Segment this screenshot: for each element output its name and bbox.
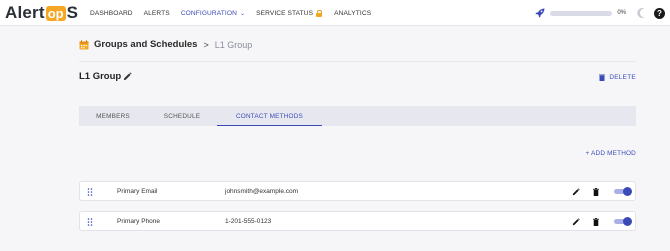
breadcrumb-current: L1 Group: [214, 39, 253, 50]
nav-label: ANALYTICS: [334, 9, 372, 17]
calendar-icon: [79, 39, 89, 49]
help-icon[interactable]: ?: [654, 7, 665, 19]
nav-label: DASHBOARD: [90, 9, 133, 17]
contact-method-row: Primary Email johnsmith@example.com: [79, 181, 636, 201]
tab-label: MEMBERS: [96, 112, 130, 120]
toggle-knob: [623, 187, 632, 196]
alertops-logo[interactable]: Alert op S: [5, 3, 78, 23]
breadcrumb-parent[interactable]: Groups and Schedules: [94, 39, 197, 50]
group-tabs: MEMBERS SCHEDULE CONTACT METHODS: [79, 106, 636, 126]
logo-text-box: op: [45, 5, 66, 21]
delete-group-button[interactable]: DELETE: [599, 74, 636, 81]
rocket-icon[interactable]: [535, 8, 545, 18]
trash-icon[interactable]: [593, 218, 599, 226]
main-nav: DASHBOARD ALERTS CONFIGURATION ⌄ SERVICE…: [90, 0, 382, 26]
method-name: Primary Phone: [117, 218, 160, 225]
method-name: Primary Email: [117, 188, 158, 195]
setup-progress-percent: 0%: [617, 10, 626, 16]
method-enabled-toggle[interactable]: [614, 187, 632, 196]
method-value: johnsmith@example.com: [225, 188, 299, 195]
nav-item-alerts[interactable]: ALERTS: [144, 10, 170, 17]
nav-item-analytics[interactable]: ANALYTICS: [334, 10, 371, 17]
nav-item-dashboard[interactable]: DASHBOARD: [90, 10, 133, 17]
tab-label: SCHEDULE: [163, 112, 201, 120]
pencil-icon[interactable]: [123, 72, 132, 81]
page-header: L1 Group DELETE: [79, 61, 636, 89]
nav-label: SERVICE STATUS: [256, 9, 314, 17]
page-title: L1 Group: [79, 71, 122, 82]
top-navbar: Alert op S DASHBOARD ALERTS CONFIGURATIO…: [0, 0, 670, 26]
method-value: 1-201-555-0123: [225, 218, 272, 225]
drag-handle-icon[interactable]: [87, 218, 93, 226]
add-method-button[interactable]: + ADD METHOD: [585, 150, 636, 157]
tab-label: CONTACT METHODS: [235, 112, 304, 120]
breadcrumb: Groups and Schedules > L1 Group: [79, 39, 252, 50]
contact-method-row: Primary Phone 1-201-555-0123: [79, 211, 636, 231]
breadcrumb-separator: >: [203, 39, 209, 50]
trash-icon: [599, 74, 606, 81]
setup-progress-bar: [550, 10, 613, 16]
chevron-down-icon: ⌄: [239, 10, 246, 17]
nav-item-service-status[interactable]: SERVICE STATUS: [256, 9, 323, 17]
method-enabled-toggle[interactable]: [614, 217, 632, 226]
logo-text-left: Alert: [5, 3, 45, 22]
nav-right-tools: 0% ?: [535, 0, 670, 26]
nav-label: ALERTS: [143, 9, 170, 17]
nav-label: CONFIGURATION: [180, 9, 237, 17]
tab-schedule[interactable]: SCHEDULE: [147, 106, 217, 126]
moon-icon[interactable]: [636, 7, 648, 19]
pencil-icon[interactable]: [572, 218, 580, 226]
tab-contact-methods[interactable]: CONTACT METHODS: [217, 106, 322, 126]
tab-members[interactable]: MEMBERS: [79, 106, 147, 126]
nav-item-configuration[interactable]: CONFIGURATION ⌄: [181, 10, 245, 17]
delete-label: DELETE: [609, 74, 636, 81]
drag-handle-icon[interactable]: [87, 188, 93, 196]
toggle-knob: [623, 217, 632, 226]
trash-icon[interactable]: [593, 188, 599, 196]
pencil-icon[interactable]: [572, 188, 580, 196]
logo-text-right: S: [66, 3, 79, 22]
lock-icon: [316, 9, 323, 17]
